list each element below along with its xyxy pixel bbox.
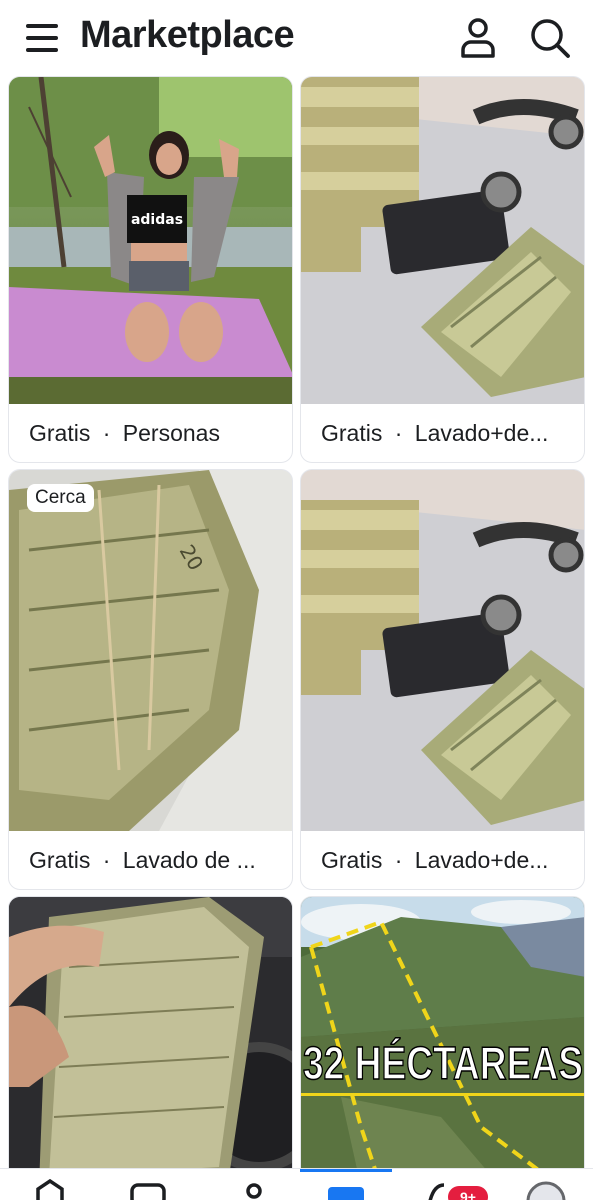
caption-separator: · bbox=[394, 846, 403, 873]
caption-separator: · bbox=[102, 846, 111, 873]
listing-card[interactable]: adidas Gratis · Personas bbox=[8, 76, 293, 463]
listing-card[interactable]: Gratis · Lavado+de... bbox=[300, 469, 585, 890]
listing-card[interactable]: 32 HÉCTAREAS bbox=[300, 896, 585, 1186]
listing-caption: Gratis · Personas bbox=[9, 404, 292, 462]
listing-title: Personas bbox=[122, 419, 220, 446]
listing-photo bbox=[301, 470, 584, 831]
listing-photo: 20 bbox=[9, 470, 292, 831]
marketplace-icon[interactable] bbox=[316, 1179, 376, 1200]
listing-price: Gratis bbox=[29, 419, 91, 446]
hamburger-menu-icon[interactable] bbox=[22, 18, 66, 58]
listing-photo bbox=[301, 77, 584, 404]
page-title: Marketplace bbox=[80, 14, 295, 56]
listing-photo: adidas bbox=[9, 77, 292, 404]
listing-caption: Gratis · Lavado+de... bbox=[301, 831, 584, 889]
avatar[interactable] bbox=[512, 1179, 572, 1200]
listing-card[interactable]: 20 Cerca Gratis · Lavado de ... bbox=[8, 469, 293, 890]
marketplace-screen: Marketplace adidas Gratis · Personas Gra… bbox=[0, 0, 593, 1200]
listing-title: Lavado+de... bbox=[414, 419, 549, 446]
listing-title: Lavado de ... bbox=[122, 846, 256, 873]
listing-price: Gratis bbox=[29, 846, 91, 873]
land-overlay-text: 32 HÉCTAREAS bbox=[303, 1037, 583, 1089]
proximity-badge: Cerca bbox=[27, 484, 94, 512]
home-icon[interactable] bbox=[20, 1178, 80, 1200]
search-icon[interactable] bbox=[528, 16, 572, 60]
listing-photo: 32 HÉCTAREAS bbox=[301, 897, 584, 1185]
svg-text:adidas: adidas bbox=[131, 212, 183, 228]
listing-card[interactable] bbox=[8, 896, 293, 1186]
listing-card[interactable]: Gratis · Lavado+de... bbox=[300, 76, 585, 463]
listing-price: Gratis bbox=[321, 419, 383, 446]
friends-icon[interactable] bbox=[218, 1179, 278, 1200]
listing-photo bbox=[9, 897, 292, 1185]
caption-separator: · bbox=[102, 419, 111, 446]
top-bar: Marketplace bbox=[0, 0, 593, 76]
listing-title: Lavado+de... bbox=[414, 846, 549, 873]
listing-price: Gratis bbox=[321, 846, 383, 873]
listing-caption: Gratis · Lavado de ... bbox=[9, 831, 292, 889]
notification-count-badge: 9+ bbox=[448, 1186, 488, 1200]
person-icon[interactable] bbox=[456, 16, 500, 60]
video-icon[interactable] bbox=[118, 1179, 178, 1200]
listing-caption: Gratis · Lavado+de... bbox=[301, 404, 584, 462]
bottom-navigation bbox=[0, 1168, 593, 1200]
active-tab-indicator bbox=[300, 1169, 392, 1172]
caption-separator: · bbox=[394, 419, 403, 446]
